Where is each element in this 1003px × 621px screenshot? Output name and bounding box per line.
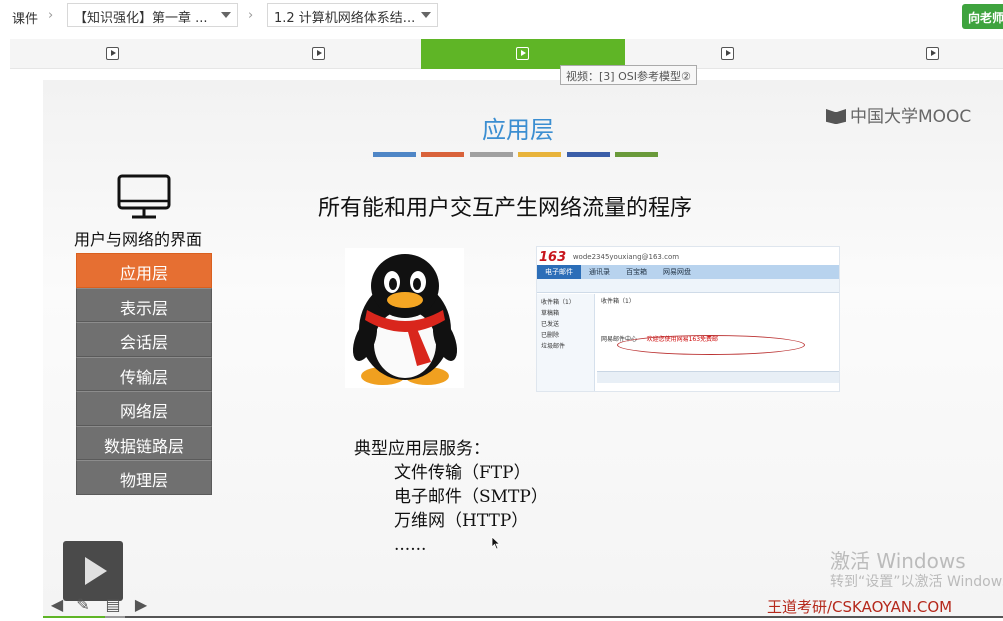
color-bar [470,152,513,157]
windows-activation-watermark: 激活 Windows [830,549,966,573]
video-tab-2[interactable] [215,39,421,69]
next-arrow-icon[interactable]: ▶ [132,596,150,614]
osi-layer-transport: 传输层 [76,356,212,391]
qq-penguin-icon [352,254,458,385]
service-item: 万维网（HTTP） [394,511,529,531]
mail-folder: 收件箱（1） [541,299,575,306]
service-item: 文件传输（FTP） [394,463,531,483]
osi-layer-network: 网络层 [76,391,212,426]
color-bar [373,152,416,157]
video-play-icon [721,47,734,60]
osi-layer-application: 应用层 [76,253,212,288]
mooc-logo-text: 中国大学MOOC [850,107,972,127]
video-tab-1[interactable] [10,39,215,69]
service-item: ...... [394,535,427,555]
section-select[interactable]: 1.2 计算机网络体系结... [267,3,438,27]
video-buffered-bar [105,616,125,618]
chevron-right-icon: › [248,8,254,23]
previous-arrow-icon[interactable]: ◀ [48,596,66,614]
chapter-select[interactable]: 【知识强化】第一章 ... [67,3,238,27]
video-play-icon [926,47,939,60]
mail-tabs: 电子邮件 通讯录 百宝箱 网易网盘 [537,265,839,279]
osi-layer-data-link: 数据链路层 [76,425,212,460]
video-progress-fill [43,616,106,618]
slide-headline: 所有能和用户交互产生网络流量的程序 [318,196,693,221]
chevron-right-icon: › [48,8,54,23]
osi-layer-physical: 物理层 [76,460,212,495]
video-play-icon [106,47,119,60]
mail-header: 163 wode2345youxiang@163.com [537,247,839,265]
mail-tab: 通讯录 [589,268,610,276]
book-icon [826,109,846,124]
user-network-interface-label: 用户与网络的界面 [74,230,203,249]
mail-toolbar [537,279,839,293]
mail-folder: 垃圾邮件 [541,343,566,350]
mail-account: wode2345youxiang@163.com [572,253,680,261]
video-progress-bar[interactable] [43,616,1003,618]
qq-penguin-image [345,248,464,388]
osi-layer-stack: 应用层 表示层 会话层 传输层 网络层 数据链路层 物理层 [76,253,212,495]
mooc-logo: 中国大学MOOC [826,102,971,127]
chapter-select-value: 【知识强化】第一章 ... [74,11,208,26]
chevron-down-icon [421,12,431,18]
mail-folder: 草稿箱 [541,310,560,317]
osi-layer-presentation: 表示层 [76,287,212,322]
mail-tab: 百宝箱 [626,268,647,276]
course-breadcrumb-bar: 课件 › 【知识强化】第一章 ... › 1.2 计算机网络体系结... 向老师 [0,0,1003,32]
mail-inbox-heading: 收件箱（1） [601,298,635,305]
windows-activation-hint: 转到“设置”以激活 Windows [830,574,1003,590]
mail-tab: 网易网盘 [663,268,691,276]
monitor-icon [117,174,171,219]
pen-icon[interactable]: ✎ [74,596,92,614]
section-select-value: 1.2 计算机网络体系结... [274,11,416,26]
osi-layer-session: 会话层 [76,322,212,357]
video-player[interactable]: 应用层 中国大学MOOC 用户与网络的界面 应用层 表示层 会话层 传输层 网络… [43,80,1003,618]
mail-tab: 电子邮件 [537,265,581,279]
video-play-icon [312,47,325,60]
mail-folder-list: 收件箱（1） 草稿箱 已发送 已删除 垃圾邮件 [537,294,595,391]
services-heading: 典型应用层服务： [354,439,490,459]
service-item: 电子邮件（SMTP） [394,487,548,507]
video-play-icon [516,47,529,60]
mail-screenshot: 163 wode2345youxiang@163.com 电子邮件 通讯录 百宝箱 网… [536,246,840,392]
application-services-list: 典型应用层服务： 文件传输（FTP） 电子邮件（SMTP） 万维网（HTTP） … [354,437,548,557]
breadcrumb-courseware-link[interactable]: 课件 [12,8,38,27]
chevron-down-icon [221,12,231,18]
color-bar [421,152,464,157]
notes-icon[interactable]: ▤ [104,596,122,614]
mail-logo: 163 [539,250,567,265]
color-bar [567,152,610,157]
mail-folder: 已发送 [541,321,560,328]
video-tab-5[interactable] [830,39,1003,69]
color-bar [615,152,658,157]
play-button[interactable] [63,541,123,601]
site-credit: 王道考研/CSKAOYAN.COM [767,598,953,616]
video-tooltip: 视频：[3] OSI参考模型② [560,65,697,85]
mail-highlight-oval [617,335,805,355]
mail-folder: 已删除 [541,332,560,339]
ask-teacher-button[interactable]: 向老师 [962,4,1003,29]
mail-footer-bar [597,371,839,383]
mouse-cursor-icon [491,536,501,550]
video-tab-strip [10,39,1003,69]
color-bar [518,152,561,157]
